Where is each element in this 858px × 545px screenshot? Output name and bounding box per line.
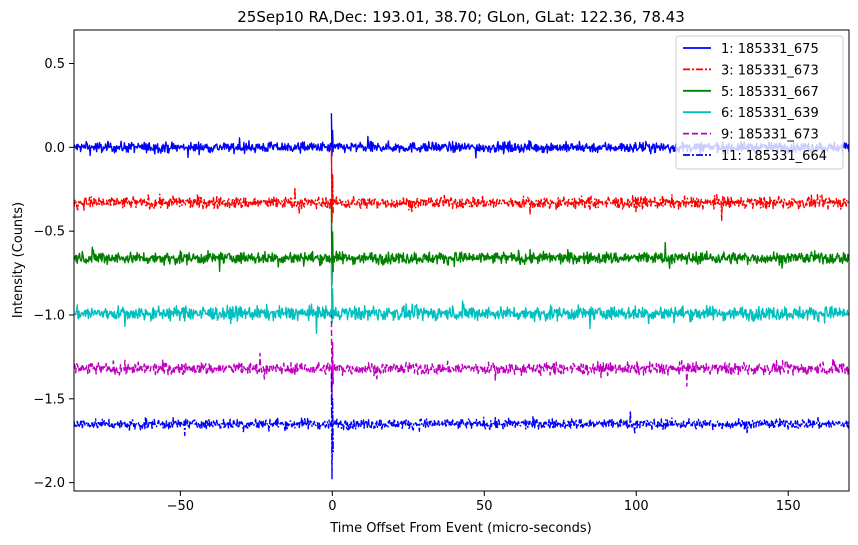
y-tick-label: −2.0 [33,476,65,491]
series-line [74,264,849,334]
series-line [74,314,849,400]
x-axis-label: Time Offset From Event (micro-seconds) [329,521,592,536]
x-tick-label: 50 [476,499,493,514]
series-line [74,373,849,480]
x-tick-label: −50 [167,499,194,514]
legend-label: 5: 185331_667 [721,85,819,100]
legend-label: 1: 185331_675 [721,42,819,57]
chart-title: 25Sep10 RA,Dec: 193.01, 38.70; GLon, GLa… [237,8,684,26]
y-tick-label: −1.5 [33,392,65,407]
x-tick-label: 150 [776,499,801,514]
y-tick-label: 0.5 [44,57,65,72]
legend-label: 6: 185331_639 [721,106,819,121]
y-axis-label: Intensity (Counts) [11,202,26,318]
y-tick-label: 0.0 [44,141,65,156]
legend: 1: 185331_675 3: 185331_673 5: 185331_667 6… [675,35,844,170]
legend-label: 9: 185331_673 [721,128,819,143]
x-axis: −50 0 50 100 150 [167,491,801,514]
legend-label: 11: 185331_664 [721,149,827,164]
chart: 25Sep10 RA,Dec: 193.01, 38.70; GLon, GLa… [11,8,850,536]
y-tick-label: −0.5 [33,225,65,240]
x-tick-label: 0 [328,499,336,514]
x-tick-label: 100 [624,499,649,514]
y-axis: 0.5 0.0 −0.5 −1.0 −1.5 −2.0 [33,57,74,491]
legend-label: 3: 185331_673 [721,63,819,78]
series-line [74,205,849,286]
y-tick-label: −1.0 [33,308,65,323]
